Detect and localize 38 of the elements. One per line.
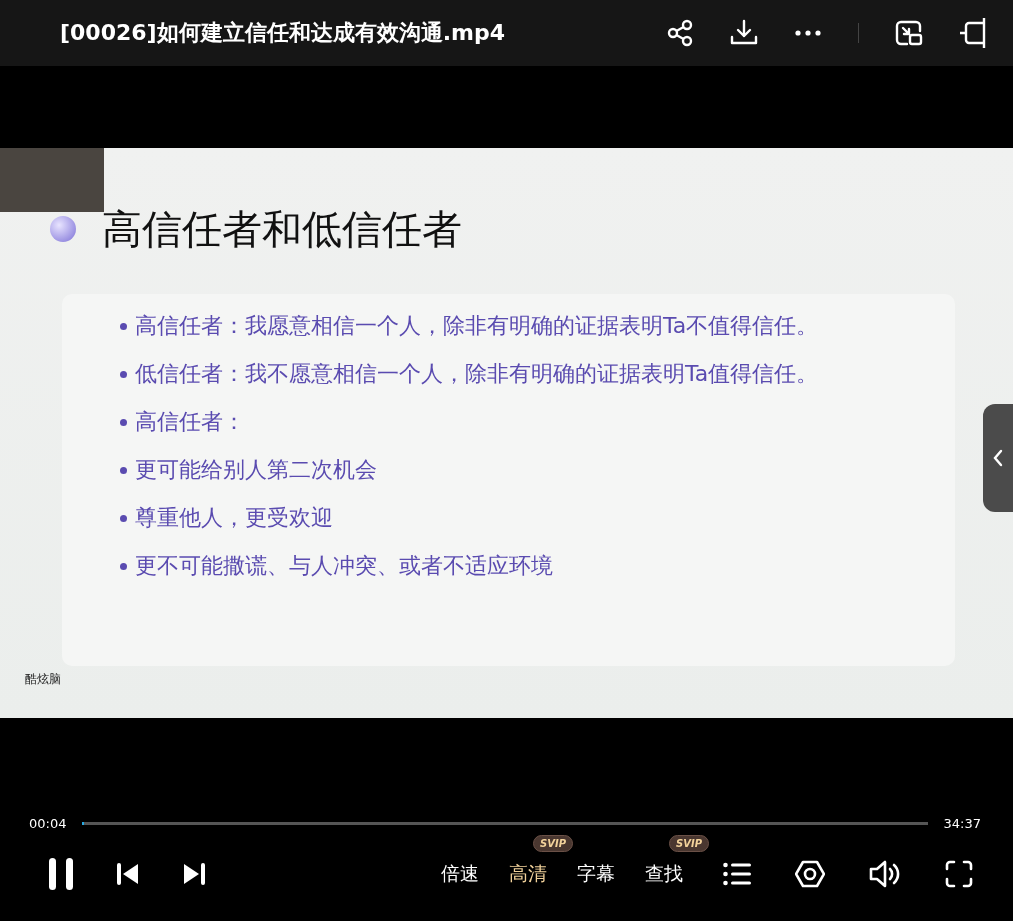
next-icon[interactable] bbox=[182, 862, 206, 886]
bullet-icon bbox=[120, 562, 127, 570]
bullet-text: 更可能给别人第二次机会 bbox=[135, 456, 377, 484]
player-option[interactable]: 高清 bbox=[509, 861, 547, 887]
bullet-text: 低信任者：我不愿意相信一个人，除非有明确的证据表明Ta值得信任。 bbox=[135, 360, 819, 388]
bullet-icon bbox=[120, 370, 127, 378]
elapsed-time: 00:04 bbox=[29, 816, 67, 831]
window-title: [00026]如何建立信任和达成有效沟通.mp4 bbox=[60, 19, 505, 47]
player-option[interactable]: 字幕 bbox=[577, 861, 615, 887]
slide-title: 高信任者和低信任者 bbox=[102, 204, 462, 254]
player-option[interactable]: 倍速 bbox=[441, 861, 479, 887]
previous-icon[interactable] bbox=[116, 862, 140, 886]
vip-badge: SVIP bbox=[669, 835, 709, 852]
fullscreen-icon[interactable] bbox=[945, 860, 973, 888]
bullet-icon bbox=[120, 514, 127, 522]
volume-icon[interactable] bbox=[869, 860, 901, 888]
bullet-icon bbox=[120, 322, 127, 330]
hexagon-icon[interactable] bbox=[795, 860, 825, 888]
collapse-tab[interactable] bbox=[983, 404, 1013, 512]
bullet-text: 尊重他人，更受欢迎 bbox=[135, 504, 333, 532]
list-icon[interactable] bbox=[723, 862, 751, 886]
bullet-icon bbox=[50, 216, 76, 242]
player-option[interactable]: 查找 bbox=[645, 861, 683, 887]
picture-in-picture-icon[interactable] bbox=[895, 19, 923, 47]
bullet-icon bbox=[120, 418, 127, 426]
download-icon[interactable] bbox=[730, 19, 758, 47]
pause-icon[interactable] bbox=[48, 857, 74, 891]
vip-badge: SVIP bbox=[533, 835, 573, 852]
share-icon[interactable] bbox=[666, 19, 694, 47]
bullet-text: 高信任者： bbox=[135, 408, 245, 436]
bullet-icon bbox=[120, 466, 127, 474]
duration-time: 34:37 bbox=[943, 816, 981, 831]
watermark-text: 酷炫脑 bbox=[25, 671, 61, 688]
sidebar-icon[interactable] bbox=[959, 17, 987, 49]
more-icon[interactable] bbox=[794, 29, 822, 37]
bullet-text: 高信任者：我愿意相信一个人，除非有明确的证据表明Ta不值得信任。 bbox=[135, 312, 819, 340]
bullet-text: 更不可能撒谎、与人冲突、或者不适应环境 bbox=[135, 552, 553, 580]
chevron-left-icon bbox=[992, 448, 1004, 468]
